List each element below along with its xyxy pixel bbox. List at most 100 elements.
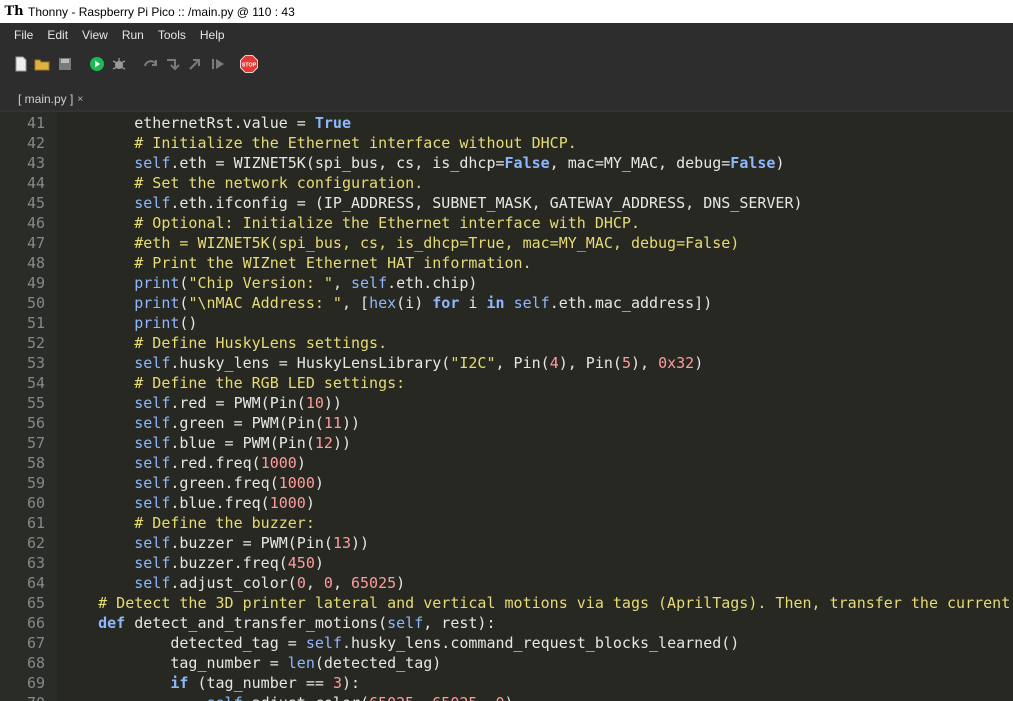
code-line[interactable]: def detect_and_transfer_motions(self, re… (62, 613, 495, 633)
code-token-number: 1000 (260, 454, 297, 472)
code-token-plain: .eth.mac_address]) (549, 294, 713, 312)
code-line[interactable]: print() (62, 313, 197, 333)
code-token-self: self (305, 634, 342, 652)
code-token-plain: ) (305, 494, 315, 512)
menu-tools[interactable]: Tools (151, 28, 193, 42)
code-line[interactable]: # Optional: Initialize the Ethernet inte… (62, 213, 640, 233)
line-number: 68 (26, 654, 45, 672)
code-line[interactable]: detected_tag = self.husky_lens.command_r… (62, 633, 739, 653)
code-token-keyword: for (432, 294, 460, 312)
step-into-icon[interactable] (165, 56, 181, 72)
code-token-plain: .red.freq( (170, 454, 261, 472)
code-line[interactable]: self.blue.freq(1000) (62, 493, 315, 513)
code-token-number: 0 (496, 694, 505, 701)
code-line[interactable]: self.red.freq(1000) (62, 453, 306, 473)
code-token-plain: , mac=MY_MAC, debug= (549, 154, 731, 172)
menu-file[interactable]: File (0, 28, 40, 42)
code-token-plain: ) (505, 694, 514, 701)
line-number: 70 (0, 693, 45, 701)
code-token-plain: .green = PWM(Pin( (170, 414, 324, 432)
code-line[interactable]: if (tag_number == 3): (62, 673, 360, 693)
code-line[interactable]: self.adjust_color(0, 0, 65025) (62, 573, 405, 593)
code-token-plain: .adjust_color( (170, 574, 297, 592)
menu-run[interactable]: Run (115, 28, 151, 42)
debug-icon[interactable] (111, 56, 127, 72)
line-number: 60 (26, 494, 45, 512)
code-token-self: self (62, 194, 171, 212)
code-token-self: self (62, 554, 171, 572)
stop-icon[interactable]: STOP (240, 55, 258, 73)
code-line[interactable]: self.buzzer.freq(450) (62, 553, 324, 573)
code-token-plain: .eth = WIZNET5K(spi_bus, cs, is_dhcp= (170, 154, 505, 172)
step-over-icon[interactable] (143, 56, 159, 72)
code-token-number: 450 (287, 554, 315, 572)
code-token-plain: ) (396, 574, 406, 592)
code-line[interactable]: self.red = PWM(Pin(10)) (62, 393, 342, 413)
line-number: 52 (26, 334, 45, 352)
resume-icon[interactable] (210, 56, 226, 72)
code-token-number: 5 (621, 354, 631, 372)
code-token-plain: ): (341, 674, 361, 692)
code-token-comment: # Define HuskyLens settings. (62, 334, 388, 352)
code-line[interactable]: # Define HuskyLens settings. (62, 333, 387, 353)
code-token-number: 0 (296, 574, 306, 592)
code-token-self: self (62, 454, 171, 472)
code-line[interactable]: self.husky_lens = HuskyLensLibrary("I2C"… (62, 353, 703, 373)
code-line[interactable]: # Detect the 3D printer lateral and vert… (62, 593, 1010, 613)
code-token-string: "\nMAC Address: " (188, 294, 342, 312)
line-number: 47 (26, 234, 45, 252)
step-out-icon[interactable] (188, 56, 204, 72)
run-icon[interactable] (89, 56, 105, 72)
line-number: 49 (26, 274, 45, 292)
code-token-number: 12 (314, 434, 333, 452)
code-line[interactable]: self.green = PWM(Pin(11)) (62, 413, 360, 433)
code-line[interactable]: self.buzzer = PWM(Pin(13)) (62, 533, 369, 553)
menu-help[interactable]: Help (193, 28, 232, 42)
code-token-plain: )) (341, 414, 361, 432)
code-token-keyword: in (486, 294, 505, 312)
code-line[interactable]: print("\nMAC Address: ", [hex(i) for i i… (62, 293, 712, 313)
line-number: 46 (26, 214, 45, 232)
new-file-icon[interactable] (13, 56, 29, 72)
line-number: 67 (26, 634, 45, 652)
code-token-plain: tag_number = (62, 654, 288, 672)
code-line[interactable]: # Define the buzzer: (62, 513, 315, 533)
code-token-number: 11 (323, 414, 342, 432)
code-line[interactable]: self.eth = WIZNET5K(spi_bus, cs, is_dhcp… (62, 153, 784, 173)
code-token-plain: )) (332, 434, 351, 452)
code-token-string: "I2C" (450, 354, 496, 372)
code-token-plain: ) (694, 354, 704, 372)
code-line[interactable]: self.green.freq(1000) (62, 473, 324, 493)
code-token-plain: ) (775, 154, 785, 172)
code-token-builtin: print (62, 274, 180, 292)
code-token-const: False (730, 154, 776, 172)
menu-edit[interactable]: Edit (40, 28, 75, 42)
save-file-icon[interactable] (57, 56, 73, 72)
code-line[interactable]: # Initialize the Ethernet interface with… (62, 133, 577, 153)
code-line[interactable]: # Print the WIZnet Ethernet HAT informat… (62, 253, 531, 273)
code-line[interactable]: self.blue = PWM(Pin(12)) (62, 433, 351, 453)
code-line[interactable]: #eth = WIZNET5K(spi_bus, cs, is_dhcp=Tru… (62, 233, 739, 253)
code-token-number: 0 (323, 574, 333, 592)
code-token-plain: , (305, 574, 324, 592)
tab-close-icon[interactable]: × (77, 94, 83, 105)
code-line[interactable]: ethernetRst.value = True (62, 113, 351, 133)
code-line[interactable]: tag_number = len(detected_tag) (62, 653, 441, 673)
code-line[interactable]: self.eth.ifconfig = (IP_ADDRESS, SUBNET_… (62, 193, 802, 213)
code-token-plain: , (414, 694, 432, 701)
code-line[interactable]: # Define the RGB LED settings: (62, 373, 405, 393)
code-token-plain: , Pin( (495, 354, 550, 372)
code-token-plain: (detected_tag) (314, 654, 442, 672)
line-number: 58 (26, 454, 45, 472)
code-editor[interactable]: 41 42 43 44 45 46 47 48 49 50 51 52 53 54 55 56 57 58 59 60… (0, 112, 1013, 701)
menu-view[interactable]: View (75, 28, 115, 42)
code-line[interactable]: # Set the network configuration. (62, 173, 423, 193)
code-token-plain: .red = PWM(Pin( (170, 394, 306, 412)
code-token-plain: ) (314, 554, 324, 572)
code-line[interactable]: print("Chip Version: ", self.eth.chip) (62, 273, 477, 293)
tab-label: [ main.py ] (18, 92, 74, 106)
open-file-icon[interactable] (34, 56, 50, 72)
code-token-self: self (62, 414, 171, 432)
code-line[interactable]: self.adjust_color(65025, 65025, 0) (62, 693, 514, 701)
line-number: 42 (26, 134, 45, 152)
